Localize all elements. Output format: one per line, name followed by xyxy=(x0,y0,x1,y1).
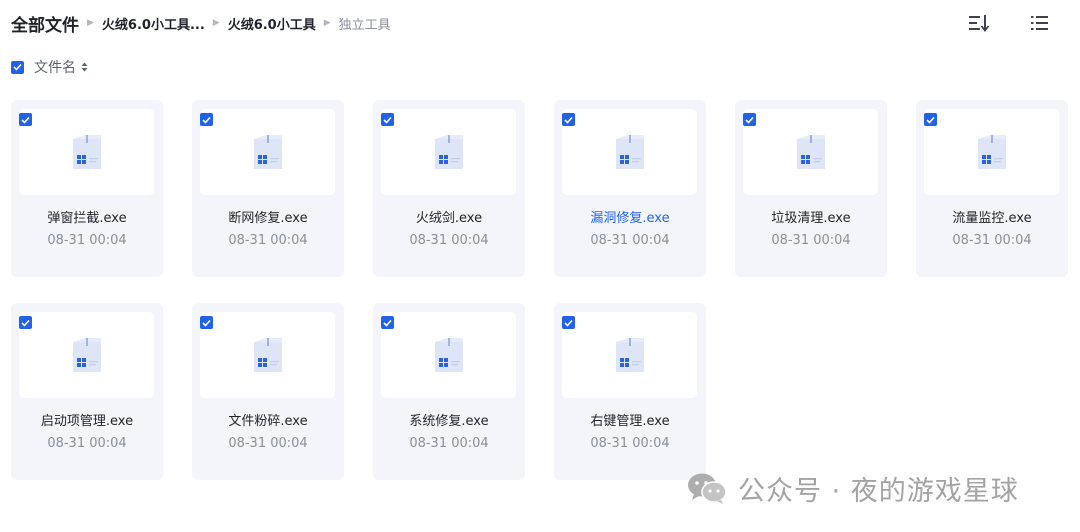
file-card[interactable]: 断网修复.exe 08-31 00:04 xyxy=(192,100,344,277)
exe-file-icon xyxy=(615,135,644,169)
file-date: 08-31 00:04 xyxy=(590,233,670,248)
exe-file-icon xyxy=(977,135,1006,169)
watermark: 公众号 · 夜的游戏星球 xyxy=(686,468,1019,508)
file-thumbnail xyxy=(381,109,516,195)
file-date: 08-31 00:04 xyxy=(47,233,127,248)
file-card[interactable]: 系统修复.exe 08-31 00:04 xyxy=(373,303,525,480)
exe-file-icon xyxy=(615,338,644,372)
file-checkbox[interactable] xyxy=(19,316,32,329)
file-card[interactable]: 弹窗拦截.exe 08-31 00:04 xyxy=(11,100,163,277)
exe-file-icon xyxy=(253,338,282,372)
file-checkbox[interactable] xyxy=(381,113,394,126)
exe-file-icon xyxy=(434,135,463,169)
exe-file-icon xyxy=(796,135,825,169)
breadcrumb-separator-icon: ▶ xyxy=(87,18,94,28)
wechat-logo-icon xyxy=(688,473,727,504)
file-card[interactable]: 漏洞修复.exe 08-31 00:04 xyxy=(554,100,706,277)
file-card[interactable]: 文件粉碎.exe 08-31 00:04 xyxy=(192,303,344,480)
file-checkbox[interactable] xyxy=(200,316,213,329)
file-name[interactable]: 漏洞修复.exe xyxy=(554,207,706,226)
breadcrumb-root[interactable]: 全部文件 xyxy=(11,11,79,36)
file-thumbnail xyxy=(19,312,154,398)
file-name[interactable]: 断网修复.exe xyxy=(192,207,344,226)
breadcrumb-item[interactable]: 火绒6.0小工具... xyxy=(102,14,205,33)
file-date: 08-31 00:04 xyxy=(409,233,489,248)
breadcrumb-separator-icon: ▶ xyxy=(323,18,331,28)
file-thumbnail xyxy=(200,312,335,398)
exe-file-icon xyxy=(72,135,101,169)
list-view-icon[interactable] xyxy=(1030,14,1050,32)
file-thumbnail xyxy=(924,109,1059,195)
file-card[interactable]: 启动项管理.exe 08-31 00:04 xyxy=(11,303,163,480)
column-label-filename[interactable]: 文件名 xyxy=(34,57,76,77)
file-thumbnail xyxy=(743,109,878,195)
watermark-text: 公众号 · 夜的游戏星球 xyxy=(738,475,1019,507)
select-all-checkbox[interactable] xyxy=(11,60,24,74)
file-date: 08-31 00:04 xyxy=(952,233,1032,248)
file-checkbox[interactable] xyxy=(200,113,213,126)
file-name[interactable]: 右键管理.exe xyxy=(554,410,706,429)
file-name[interactable]: 垃圾清理.exe xyxy=(735,207,887,226)
file-checkbox[interactable] xyxy=(562,113,575,126)
breadcrumb-item[interactable]: 火绒6.0小工具 xyxy=(228,14,316,33)
file-name[interactable]: 启动项管理.exe xyxy=(11,410,163,429)
sort-toggle-icon[interactable] xyxy=(81,62,88,72)
exe-file-icon xyxy=(253,135,282,169)
exe-file-icon xyxy=(434,338,463,372)
breadcrumb-item-current: 独立工具 xyxy=(338,17,391,33)
file-thumbnail xyxy=(562,109,697,195)
file-date: 08-31 00:04 xyxy=(47,436,127,451)
file-grid: 弹窗拦截.exe 08-31 00:04 断网修复.exe 08-31 00:04 火绒… xyxy=(11,100,1068,480)
file-date: 08-31 00:04 xyxy=(228,436,308,451)
file-date: 08-31 00:04 xyxy=(228,233,308,248)
file-card[interactable]: 火绒剑.exe 08-31 00:04 xyxy=(373,100,525,277)
file-name[interactable]: 弹窗拦截.exe xyxy=(11,207,163,226)
file-checkbox[interactable] xyxy=(562,316,575,329)
file-date: 08-31 00:04 xyxy=(590,436,670,451)
file-checkbox[interactable] xyxy=(924,113,937,126)
file-card[interactable]: 右键管理.exe 08-31 00:04 xyxy=(554,303,706,480)
file-thumbnail xyxy=(562,312,697,398)
file-date: 08-31 00:04 xyxy=(771,233,851,248)
file-name[interactable]: 火绒剑.exe xyxy=(373,207,525,226)
breadcrumb-separator-icon: ▶ xyxy=(212,18,220,28)
file-checkbox[interactable] xyxy=(743,113,756,126)
file-name[interactable]: 系统修复.exe xyxy=(373,410,525,429)
file-thumbnail xyxy=(200,109,335,195)
file-checkbox[interactable] xyxy=(19,113,32,126)
list-header: 文件名 xyxy=(11,57,88,77)
file-date: 08-31 00:04 xyxy=(409,436,489,451)
file-name[interactable]: 流量监控.exe xyxy=(916,207,1068,226)
exe-file-icon xyxy=(72,338,101,372)
sort-order-icon[interactable] xyxy=(968,14,990,32)
breadcrumb: 全部文件 ▶ 火绒6.0小工具... ▶ 火绒6.0小工具 ▶ 独立工具 xyxy=(11,8,391,38)
file-name[interactable]: 文件粉碎.exe xyxy=(192,410,344,429)
file-thumbnail xyxy=(381,312,516,398)
file-card[interactable]: 流量监控.exe 08-31 00:04 xyxy=(916,100,1068,277)
file-card[interactable]: 垃圾清理.exe 08-31 00:04 xyxy=(735,100,887,277)
file-thumbnail xyxy=(19,109,154,195)
file-checkbox[interactable] xyxy=(381,316,394,329)
